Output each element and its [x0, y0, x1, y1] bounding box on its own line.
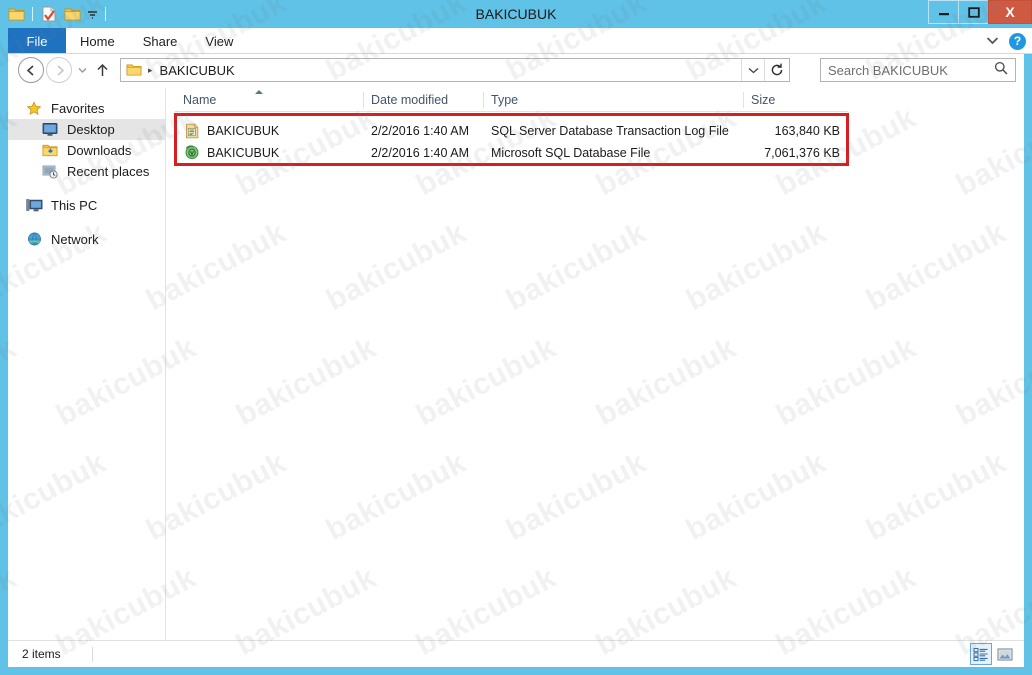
- tab-file[interactable]: File: [8, 28, 66, 54]
- sidebar-item-favorites[interactable]: Favorites: [8, 98, 165, 119]
- minimize-button[interactable]: [928, 0, 958, 24]
- view-mode-buttons: [970, 643, 1016, 665]
- sidebar-item-label: Recent places: [67, 164, 150, 179]
- properties-icon[interactable]: [39, 4, 59, 24]
- qat-separator-1: [32, 7, 33, 21]
- recent-locations-button[interactable]: [74, 57, 90, 83]
- navigation-pane: Favorites Desktop Downloads Recent place…: [8, 88, 166, 640]
- sidebar-item-downloads[interactable]: Downloads: [8, 140, 165, 161]
- computer-icon: [26, 197, 45, 214]
- sidebar-item-label: Network: [51, 232, 99, 247]
- breadcrumb-separator[interactable]: ▸: [148, 65, 153, 76]
- file-name: BAKICUBUK: [207, 124, 280, 138]
- recent-places-icon: [42, 163, 61, 180]
- window-title: BAKICUBUK: [475, 6, 557, 22]
- ribbon-left-edge: [0, 28, 8, 54]
- monitor-icon: [42, 121, 61, 138]
- navigation-buttons: [18, 57, 112, 83]
- file-explorer-window: BAKICUBUK X File Home Share View ? ▸ BAK…: [0, 0, 1032, 675]
- sidebar-item-label: This PC: [51, 198, 98, 213]
- column-header-label: Size: [751, 93, 776, 107]
- window-controls: X: [928, 0, 1032, 24]
- qat-separator-2: [105, 7, 106, 21]
- file-type-cell: Microsoft SQL Database File: [491, 146, 651, 160]
- status-separator: [92, 647, 93, 662]
- search-input[interactable]: Search BAKICUBUK: [828, 63, 948, 78]
- file-list-pane: Name Date modified Type Size BAKICUBUK 2…: [167, 88, 1024, 640]
- tab-home[interactable]: Home: [66, 28, 129, 54]
- downloads-folder-icon: [42, 142, 61, 159]
- sidebar-item-label: Downloads: [67, 143, 132, 158]
- column-header-size[interactable]: Size: [743, 89, 848, 111]
- sort-ascending-icon: [255, 90, 263, 94]
- sidebar-gap-2: [8, 216, 165, 229]
- large-icons-view-icon[interactable]: [994, 643, 1016, 665]
- column-header-label: Type: [491, 93, 519, 107]
- folder-icon: [125, 62, 143, 78]
- column-header-name[interactable]: Name: [175, 89, 363, 111]
- ribbon-tab-bar: File Home Share View ?: [0, 28, 1032, 54]
- column-header-label: Date modified: [371, 93, 449, 107]
- address-bar-row: ▸ BAKICUBUK Search BAKICUBUK: [8, 54, 1024, 88]
- star-icon: [26, 100, 45, 117]
- tab-share[interactable]: Share: [129, 28, 192, 54]
- back-button[interactable]: [18, 57, 44, 83]
- tab-view[interactable]: View: [191, 28, 247, 54]
- sidebar-item-label: Favorites: [51, 101, 105, 116]
- file-name-cell: BAKICUBUK: [175, 145, 363, 162]
- folder-icon[interactable]: [6, 4, 26, 24]
- column-headers: Name Date modified Type Size: [175, 90, 848, 112]
- file-type-cell: SQL Server Database Transaction Log File: [491, 124, 729, 138]
- file-date-cell: 2/2/2016 1:40 AM: [371, 124, 469, 138]
- maximize-button[interactable]: [958, 0, 988, 24]
- column-header-label: Name: [183, 93, 217, 107]
- table-row[interactable]: BAKICUBUK 2/2/2016 1:40 AM Microsoft SQL…: [175, 142, 848, 164]
- file-name-cell: BAKICUBUK: [175, 123, 363, 140]
- address-input[interactable]: ▸ BAKICUBUK: [120, 58, 790, 82]
- file-name: BAKICUBUK: [207, 146, 280, 160]
- column-header-type[interactable]: Type: [483, 89, 743, 111]
- search-box[interactable]: Search BAKICUBUK: [820, 58, 1016, 82]
- item-count-label: 2 items: [22, 647, 61, 661]
- column-header-date-modified[interactable]: Date modified: [363, 89, 483, 111]
- address-bar-actions: [741, 59, 789, 81]
- file-size-cell: 7,061,376 KB: [764, 146, 840, 160]
- up-button[interactable]: [92, 57, 112, 83]
- log-file-icon: [183, 123, 200, 140]
- quick-access-toolbar: [6, 2, 109, 26]
- network-icon: [26, 231, 45, 248]
- sidebar-item-label: Desktop: [67, 122, 115, 137]
- file-size-cell: 163,840 KB: [774, 124, 840, 138]
- help-icon[interactable]: ?: [1009, 32, 1026, 50]
- search-icon[interactable]: [994, 61, 1008, 80]
- breadcrumb-current-folder[interactable]: BAKICUBUK: [160, 63, 235, 78]
- forward-button[interactable]: [46, 57, 72, 83]
- refresh-icon[interactable]: [764, 59, 789, 81]
- ribbon-right-controls: ?: [986, 28, 1026, 54]
- title-bar: BAKICUBUK X: [0, 0, 1032, 28]
- file-date-cell: 2/2/2016 1:40 AM: [371, 146, 469, 160]
- details-view-icon[interactable]: [970, 643, 992, 665]
- customize-qat-button[interactable]: [85, 4, 99, 24]
- sidebar-item-this-pc[interactable]: This PC: [8, 195, 165, 216]
- ribbon-tabs: File Home Share View: [8, 28, 247, 54]
- sidebar-item-recent-places[interactable]: Recent places: [8, 161, 165, 182]
- minimize-ribbon-icon[interactable]: [986, 32, 999, 50]
- status-bar: 2 items: [8, 640, 1024, 667]
- close-button[interactable]: X: [988, 0, 1032, 24]
- table-row[interactable]: BAKICUBUK 2/2/2016 1:40 AM SQL Server Da…: [175, 120, 848, 142]
- new-folder-icon[interactable]: [62, 4, 82, 24]
- chevron-down-icon[interactable]: [741, 59, 764, 81]
- sql-database-file-icon: [183, 145, 200, 162]
- sidebar-gap-1: [8, 182, 165, 195]
- explorer-content: Favorites Desktop Downloads Recent place…: [8, 88, 1024, 640]
- sidebar-item-network[interactable]: Network: [8, 229, 165, 250]
- sidebar-item-desktop[interactable]: Desktop: [8, 119, 165, 140]
